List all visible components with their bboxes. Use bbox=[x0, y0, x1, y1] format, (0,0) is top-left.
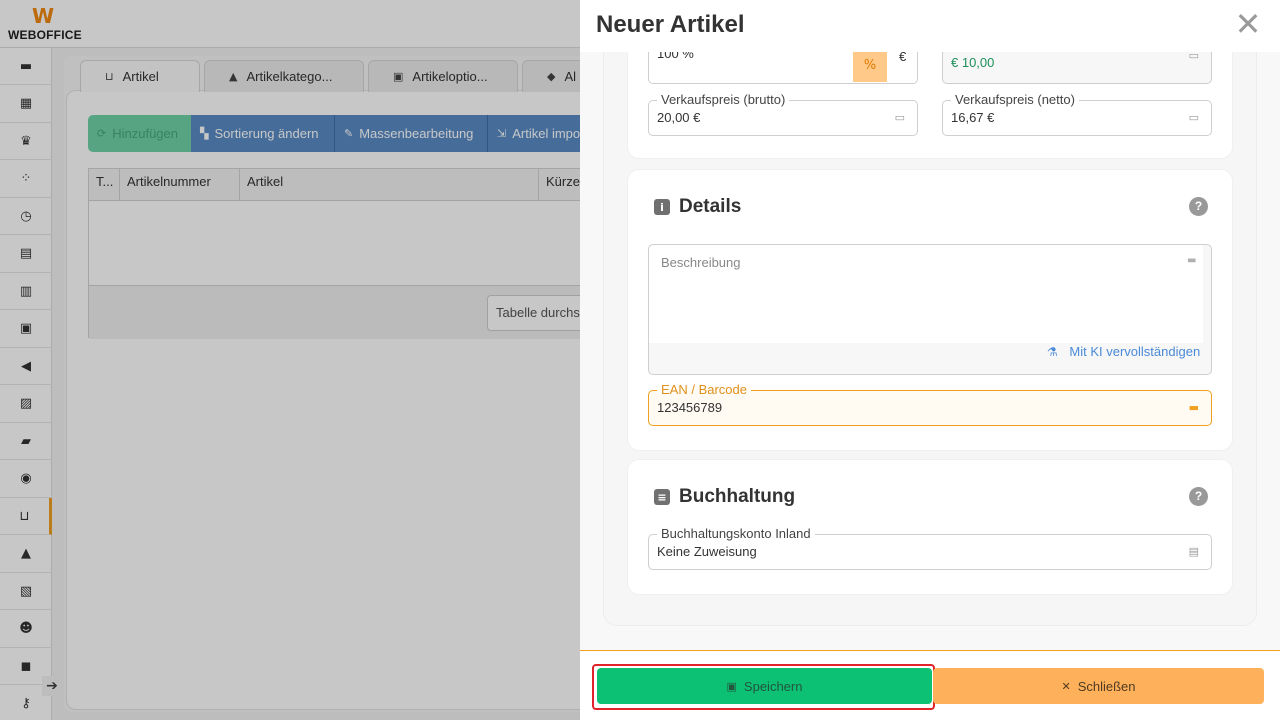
comment-icon: ▬ bbox=[1187, 255, 1197, 266]
ean-barcode-label: EAN / Barcode bbox=[657, 382, 751, 397]
accounting-account-field[interactable]: Buchhaltungskonto Inland Keine Zuweisung… bbox=[648, 526, 1212, 570]
ean-barcode-value: 123456789 bbox=[657, 400, 723, 415]
net-price-label: Verkaufspreis (netto) bbox=[951, 92, 1079, 107]
gross-price-value: 20,00 € bbox=[657, 110, 701, 125]
purchase-price-value: € 10,00 bbox=[951, 55, 995, 70]
accounting-title: Buchhaltung bbox=[679, 486, 796, 507]
save-button[interactable]: ▣ Speichern bbox=[597, 668, 932, 704]
close-button[interactable]: ✕ Schließen bbox=[933, 668, 1264, 704]
tax-rate-value: 100 % bbox=[657, 52, 694, 61]
money-icon: ▭ bbox=[1188, 52, 1199, 62]
gross-price-label: Verkaufspreis (brutto) bbox=[657, 92, 790, 107]
comment-icon: ▬ bbox=[1188, 401, 1199, 414]
money-icon: ▭ bbox=[1188, 111, 1199, 124]
floppy-icon: ▣ bbox=[726, 679, 737, 693]
purchase-price-field[interactable]: € 10,00 ▭ bbox=[942, 52, 1212, 84]
close-icon[interactable]: ✕ bbox=[1230, 6, 1266, 42]
description-field[interactable]: Beschreibung ▬ ⚗ Mit KI vervollständigen bbox=[648, 244, 1212, 375]
net-price-value: 16,67 € bbox=[951, 110, 995, 125]
close-icon: ✕ bbox=[1061, 679, 1071, 693]
magic-wand-icon: ⚗ bbox=[1047, 345, 1058, 359]
ledger-icon: ≡ bbox=[654, 489, 670, 505]
details-title: Details bbox=[679, 196, 742, 217]
money-icon: ▭ bbox=[894, 111, 905, 124]
new-article-drawer: Neuer Artikel ✕ 100 % % € € 10,00 ▭ Verk… bbox=[580, 0, 1280, 720]
info-icon: i bbox=[654, 199, 670, 215]
modal-backdrop[interactable] bbox=[0, 0, 580, 720]
save-button-label: Speichern bbox=[743, 678, 803, 694]
ai-complete-link[interactable]: ⚗ Mit KI vervollständigen bbox=[1047, 344, 1200, 359]
description-textarea[interactable]: Beschreibung ▬ bbox=[649, 245, 1203, 343]
drawer-footer: ▣ Speichern ✕ Schließen bbox=[580, 650, 1280, 720]
currency-symbol: € bbox=[899, 52, 907, 64]
gross-price-field[interactable]: Verkaufspreis (brutto) 20,00 € ▭ bbox=[648, 92, 918, 136]
accounting-heading: ≡ Buchhaltung bbox=[654, 486, 795, 508]
accounting-account-value: Keine Zuweisung bbox=[657, 544, 757, 559]
ean-barcode-field[interactable]: EAN / Barcode 123456789 ▬ bbox=[648, 382, 1212, 426]
percent-icon[interactable]: % bbox=[853, 52, 887, 82]
drawer-scroll-area[interactable]: 100 % % € € 10,00 ▭ Verkaufspreis (brutt… bbox=[580, 52, 1280, 650]
drawer-title: Neuer Artikel bbox=[596, 11, 745, 38]
description-placeholder: Beschreibung bbox=[661, 255, 741, 270]
tax-rate-field[interactable]: 100 % % € bbox=[648, 52, 918, 84]
accounting-account-label: Buchhaltungskonto Inland bbox=[657, 526, 815, 541]
document-icon: ▤ bbox=[1188, 545, 1199, 558]
ai-complete-label: Mit KI vervollständigen bbox=[1069, 344, 1201, 359]
expand-sidebar-arrow-icon[interactable]: ➔ bbox=[42, 676, 62, 696]
details-help-icon[interactable]: ? bbox=[1189, 197, 1208, 216]
accounting-help-icon[interactable]: ? bbox=[1189, 487, 1208, 506]
details-heading: i Details bbox=[654, 196, 741, 218]
net-price-field[interactable]: Verkaufspreis (netto) 16,67 € ▭ bbox=[942, 92, 1212, 136]
close-button-label: Schließen bbox=[1077, 678, 1136, 694]
pricing-card: 100 % % € € 10,00 ▭ Verkaufspreis (brutt… bbox=[627, 52, 1233, 159]
